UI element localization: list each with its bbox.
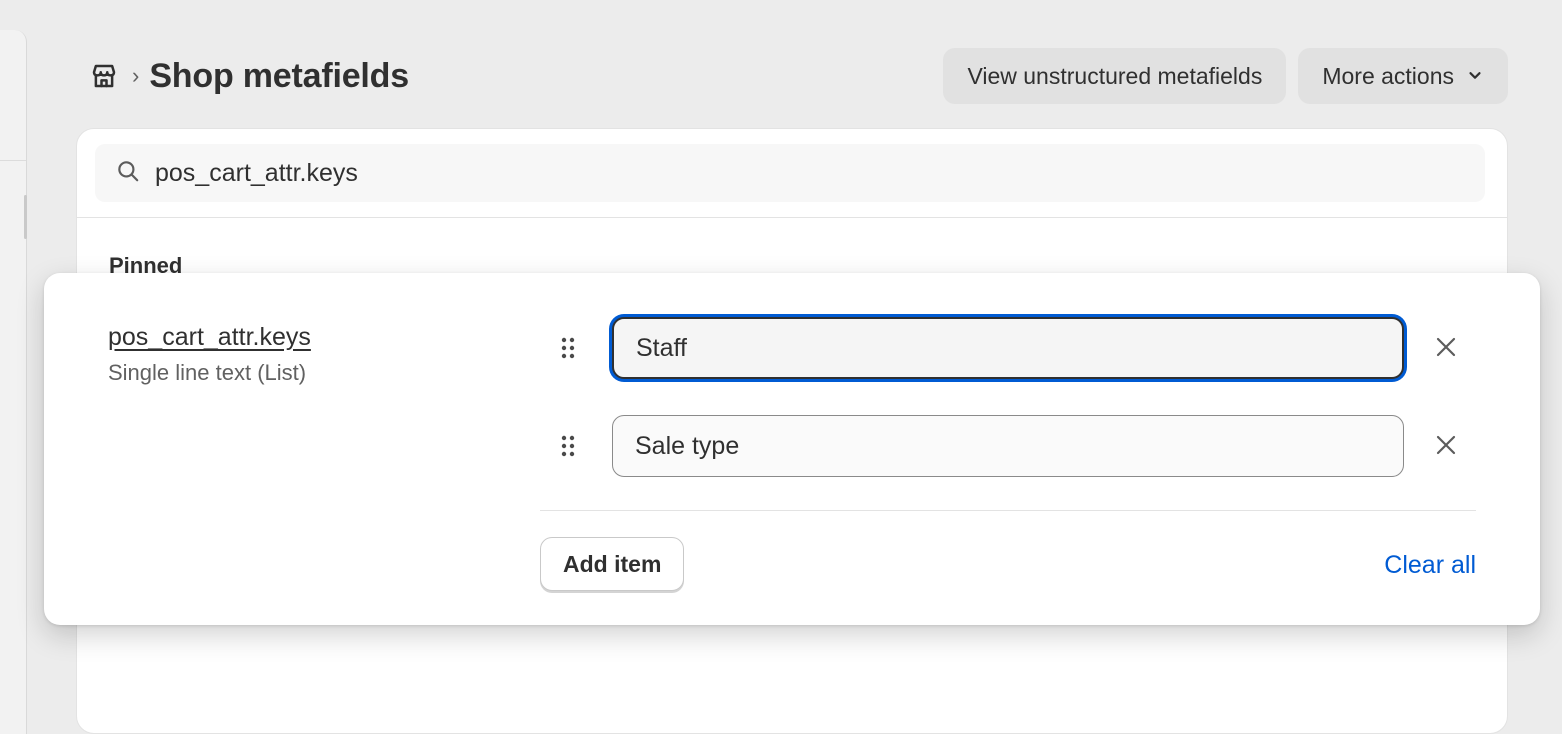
page-title: Shop metafields	[149, 56, 409, 95]
metafield-type: Single line text (List)	[108, 360, 307, 385]
list-item	[554, 315, 1484, 381]
drag-handle-icon[interactable]	[554, 432, 582, 460]
breadcrumb-separator: ›	[132, 63, 140, 88]
more-actions-label: More actions	[1322, 62, 1454, 89]
page-header: › Shop metafields	[88, 52, 409, 100]
close-icon	[1434, 433, 1458, 460]
view-unstructured-metafields-label: View unstructured metafields	[967, 62, 1263, 89]
metafield-editor-popover: pos_cart_attr.keys Single line text (Lis…	[44, 273, 1540, 625]
list-item-input[interactable]	[612, 317, 1404, 379]
header-actions: View unstructured metafields More action…	[943, 48, 1508, 104]
more-actions-button[interactable]: More actions	[1298, 48, 1508, 104]
list-item	[554, 413, 1484, 479]
store-icon[interactable]	[88, 60, 120, 92]
list-item-input[interactable]	[612, 415, 1404, 477]
close-icon	[1434, 335, 1458, 362]
chevron-down-icon	[1466, 63, 1484, 90]
remove-item-button[interactable]	[1426, 426, 1466, 466]
sidebar-scroll-indicator	[24, 195, 27, 239]
remove-item-button[interactable]	[1426, 328, 1466, 368]
metafield-name-link[interactable]: pos_cart_attr.keys	[108, 323, 311, 352]
search-icon	[115, 158, 141, 189]
search-bar[interactable]	[95, 144, 1485, 202]
card-divider	[77, 217, 1507, 218]
drag-handle-icon[interactable]	[554, 334, 582, 362]
add-item-button[interactable]: Add item	[540, 537, 685, 591]
clear-all-link[interactable]: Clear all	[1384, 551, 1476, 580]
sidebar-divider	[0, 160, 26, 161]
view-unstructured-metafields-button[interactable]: View unstructured metafields	[943, 48, 1287, 104]
left-sidebar	[0, 30, 27, 734]
search-input[interactable]	[155, 158, 1355, 188]
items-divider	[540, 510, 1476, 511]
